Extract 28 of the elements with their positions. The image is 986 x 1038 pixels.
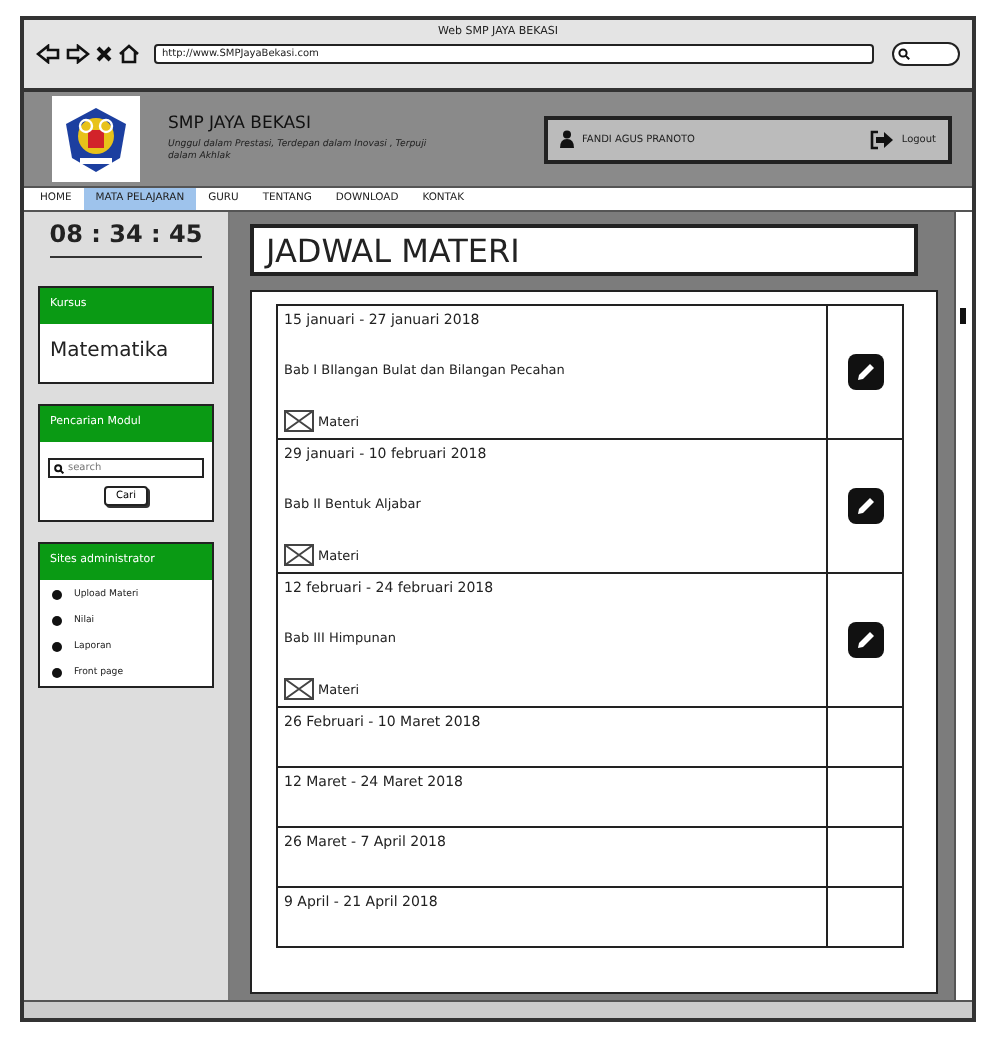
- search-icon: [54, 463, 64, 473]
- search-button[interactable]: [892, 42, 960, 66]
- course-name: Matematika: [48, 338, 171, 366]
- image-placeholder-icon: [284, 678, 314, 700]
- back-icon[interactable]: [36, 44, 60, 64]
- school-name: SMP JAYA BEKASI: [168, 114, 313, 135]
- home-icon[interactable]: [118, 44, 140, 64]
- scrollbar[interactable]: [954, 212, 972, 1000]
- bullet-icon: [52, 642, 62, 652]
- logout-icon: [869, 129, 894, 149]
- bullet-icon: [52, 668, 62, 678]
- bullet-icon: [52, 590, 62, 600]
- pencil-icon: [855, 630, 875, 650]
- edit-button[interactable]: [847, 622, 883, 658]
- user-icon: [560, 130, 574, 148]
- edit-button[interactable]: [847, 354, 883, 390]
- clock: 08 : 34 : 45: [49, 220, 203, 258]
- school-emblem-icon: [60, 103, 132, 175]
- image-placeholder-icon: [284, 544, 314, 566]
- page-title: JADWAL MATERI: [266, 231, 520, 269]
- image-placeholder-icon: [284, 410, 314, 432]
- close-icon[interactable]: [96, 46, 112, 62]
- forward-icon[interactable]: [66, 44, 90, 64]
- bullet-icon: [52, 616, 62, 626]
- edit-button[interactable]: [847, 488, 883, 524]
- pencil-icon: [855, 496, 875, 516]
- search-icon: [898, 48, 910, 60]
- pencil-icon: [855, 362, 875, 382]
